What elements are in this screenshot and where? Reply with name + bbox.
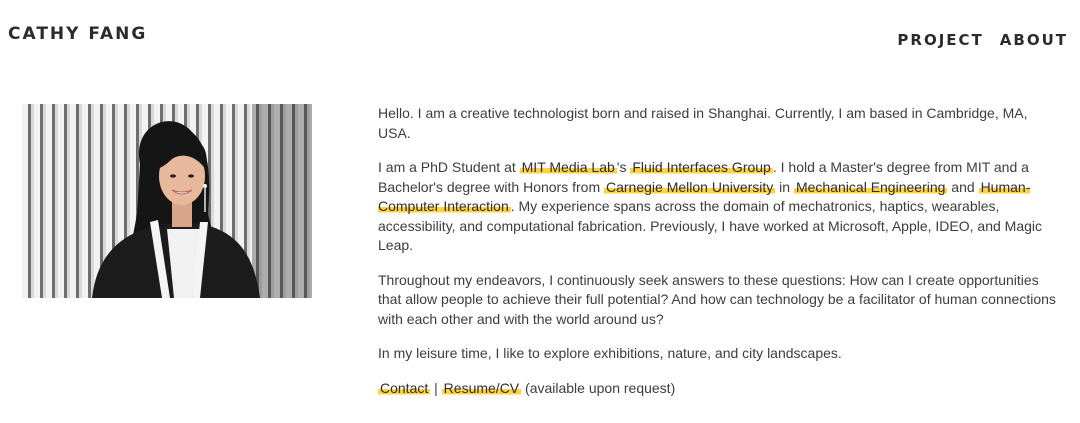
leisure-paragraph: In my leisure time, I like to explore ex… [378, 345, 842, 361]
education-paragraph: I am a PhD Student at MIT Media Lab's Fl… [378, 158, 1058, 256]
portrait-illustration [92, 104, 312, 298]
about-content: Hello. I am a creative technologist born… [378, 104, 1058, 413]
text-segment: in [775, 178, 794, 195]
site-title[interactable]: CATHY FANG [8, 24, 147, 44]
resume-note: (available upon request) [521, 379, 676, 396]
resume-link[interactable]: Resume/CV [441, 379, 522, 396]
questions-paragraph: Throughout my endeavors, I continuously … [378, 271, 1056, 327]
text-segment: 's [616, 159, 631, 175]
nav-project-link[interactable]: PROJECT [897, 31, 983, 49]
nav-about-link[interactable]: ABOUT [1000, 31, 1068, 49]
fluid-interfaces-group-link[interactable]: Fluid Interfaces Group [630, 159, 773, 175]
contact-line: Contact | Resume/CV (available upon requ… [378, 379, 1058, 399]
carnegie-mellon-link[interactable]: Carnegie Mellon University [604, 178, 776, 195]
text-segment: I am a PhD Student at [378, 159, 520, 175]
contact-link[interactable]: Contact [378, 379, 431, 396]
mit-media-lab-link[interactable]: MIT Media Lab [519, 159, 617, 175]
mechanical-engineering-link[interactable]: Mechanical Engineering [793, 178, 948, 195]
main-nav: PROJECT ABOUT [897, 31, 1068, 49]
text-segment: and [947, 178, 979, 195]
link-separator: | [430, 379, 442, 396]
profile-photo [22, 104, 312, 298]
intro-paragraph: Hello. I am a creative technologist born… [378, 105, 1028, 141]
